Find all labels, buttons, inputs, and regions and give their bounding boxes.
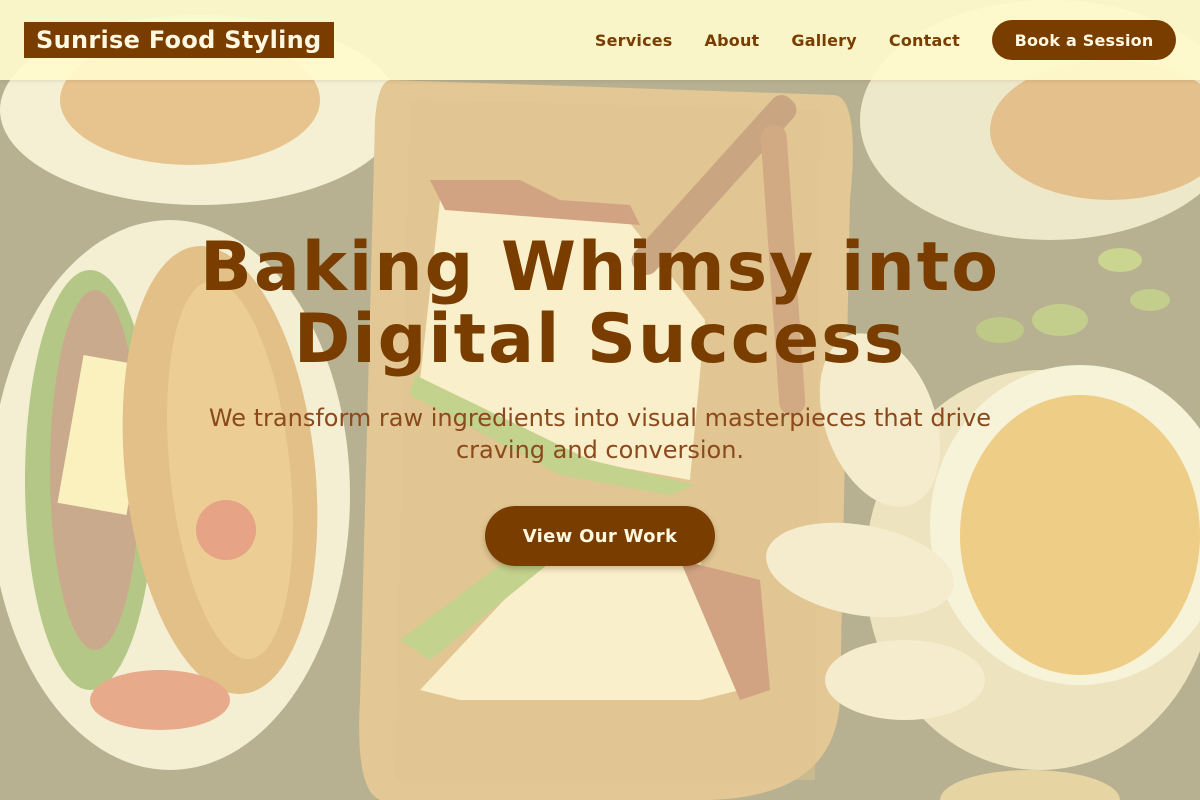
book-session-button[interactable]: Book a Session	[992, 20, 1176, 60]
nav-link-services[interactable]: Services	[595, 31, 673, 50]
hero-subtitle-line-2: craving and conversion.	[455, 436, 745, 464]
hero-subtitle-line-1: We transform raw ingredients into visual…	[208, 404, 992, 432]
main-nav: Services About Gallery Contact	[595, 0, 960, 80]
hero-title: Baking Whimsy into Digital Success	[100, 232, 1100, 376]
hero-title-line-2: Digital Success	[293, 300, 907, 379]
nav-link-gallery[interactable]: Gallery	[791, 31, 856, 50]
nav-link-contact[interactable]: Contact	[889, 31, 960, 50]
hero-subtitle: We transform raw ingredients into visual…	[180, 402, 1020, 466]
nav-link-about[interactable]: About	[705, 31, 760, 50]
site-header: Sunrise Food Styling Services About Gall…	[0, 0, 1200, 80]
hero-section: Baking Whimsy into Digital Success We tr…	[0, 80, 1200, 800]
view-work-button[interactable]: View Our Work	[485, 506, 715, 566]
brand-logo[interactable]: Sunrise Food Styling	[24, 22, 334, 58]
hero-title-line-1: Baking Whimsy into	[199, 228, 1000, 307]
